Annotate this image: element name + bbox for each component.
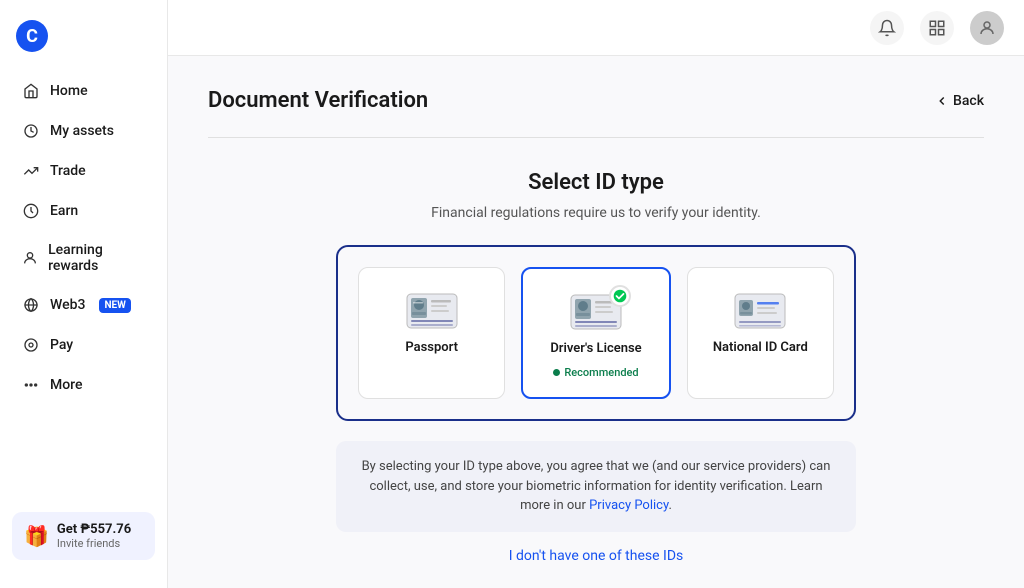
drivers-license-card[interactable]: Driver's License Recommended xyxy=(521,267,670,399)
sidebar-item-web3[interactable]: Web3 NEW xyxy=(6,286,161,324)
sidebar-item-label: Pay xyxy=(50,337,73,353)
sidebar-item-learning-rewards[interactable]: Learning rewards xyxy=(6,232,161,284)
main-area: Document Verification Back Select ID typ… xyxy=(168,0,1024,588)
invite-amount: Get ₱557.76 xyxy=(57,522,131,537)
content-area: Document Verification Back Select ID typ… xyxy=(168,56,1024,588)
sidebar-item-home[interactable]: Home xyxy=(6,72,161,110)
notice-box: By selecting your ID type above, you agr… xyxy=(336,441,856,532)
more-icon xyxy=(22,376,40,394)
divider xyxy=(208,137,984,138)
passport-label: Passport xyxy=(405,340,458,355)
sidebar-item-more[interactable]: More xyxy=(6,366,161,404)
recommended-badge: Recommended xyxy=(553,366,638,379)
learning-icon xyxy=(22,249,38,267)
web3-icon xyxy=(22,296,40,314)
pay-icon xyxy=(22,336,40,354)
select-id-subtitle: Financial regulations require us to veri… xyxy=(208,205,984,221)
page-header: Document Verification Back xyxy=(208,88,984,113)
sidebar-nav: Home My assets Trade Earn Learning rewar xyxy=(0,72,167,500)
grid-button[interactable] xyxy=(920,11,954,45)
back-button[interactable]: Back xyxy=(935,93,984,109)
passport-icon xyxy=(405,292,459,330)
sidebar-item-label: Web3 xyxy=(50,297,85,313)
sidebar-item-label: My assets xyxy=(50,123,114,139)
sidebar-bottom: 🎁 Get ₱557.76 Invite friends xyxy=(0,500,167,572)
sidebar-item-label: Learning rewards xyxy=(48,242,145,274)
logo-icon: C xyxy=(16,20,48,52)
topbar xyxy=(168,0,1024,56)
logo[interactable]: C xyxy=(0,16,167,72)
back-label: Back xyxy=(953,93,984,109)
recommended-dot xyxy=(553,369,560,376)
sidebar-item-label: More xyxy=(50,377,83,393)
drivers-license-label: Driver's License xyxy=(550,341,641,356)
sidebar: C Home My assets Trade Earn xyxy=(0,0,168,588)
national-id-label: National ID Card xyxy=(713,340,808,355)
new-badge: NEW xyxy=(99,298,130,313)
id-cards-wrapper: Passport xyxy=(336,245,856,421)
trade-icon xyxy=(22,162,40,180)
gift-icon: 🎁 xyxy=(24,524,49,548)
sidebar-item-label: Trade xyxy=(50,163,86,179)
assets-icon xyxy=(22,122,40,140)
privacy-policy-link[interactable]: Privacy Policy xyxy=(589,498,668,513)
invite-label: Invite friends xyxy=(57,537,131,550)
sidebar-item-label: Earn xyxy=(50,203,78,219)
home-icon xyxy=(22,82,40,100)
select-id-section: Select ID type Financial regulations req… xyxy=(208,170,984,564)
notice-suffix: . xyxy=(668,498,671,513)
invite-card[interactable]: 🎁 Get ₱557.76 Invite friends xyxy=(12,512,155,560)
sidebar-item-label: Home xyxy=(50,83,88,99)
select-id-title: Select ID type xyxy=(208,170,984,195)
national-id-icon xyxy=(733,292,787,330)
sidebar-item-earn[interactable]: Earn xyxy=(6,192,161,230)
earn-icon xyxy=(22,202,40,220)
sidebar-item-trade[interactable]: Trade xyxy=(6,152,161,190)
avatar[interactable] xyxy=(970,11,1004,45)
drivers-license-icon xyxy=(569,293,623,331)
page-title: Document Verification xyxy=(208,88,428,113)
no-id-link[interactable]: I don't have one of these IDs xyxy=(208,548,984,564)
passport-card[interactable]: Passport xyxy=(358,267,505,399)
invite-text: Get ₱557.76 Invite friends xyxy=(57,522,131,550)
national-id-card[interactable]: National ID Card xyxy=(687,267,834,399)
bell-button[interactable] xyxy=(870,11,904,45)
recommended-label: Recommended xyxy=(564,366,638,379)
sidebar-item-my-assets[interactable]: My assets xyxy=(6,112,161,150)
sidebar-item-pay[interactable]: Pay xyxy=(6,326,161,364)
